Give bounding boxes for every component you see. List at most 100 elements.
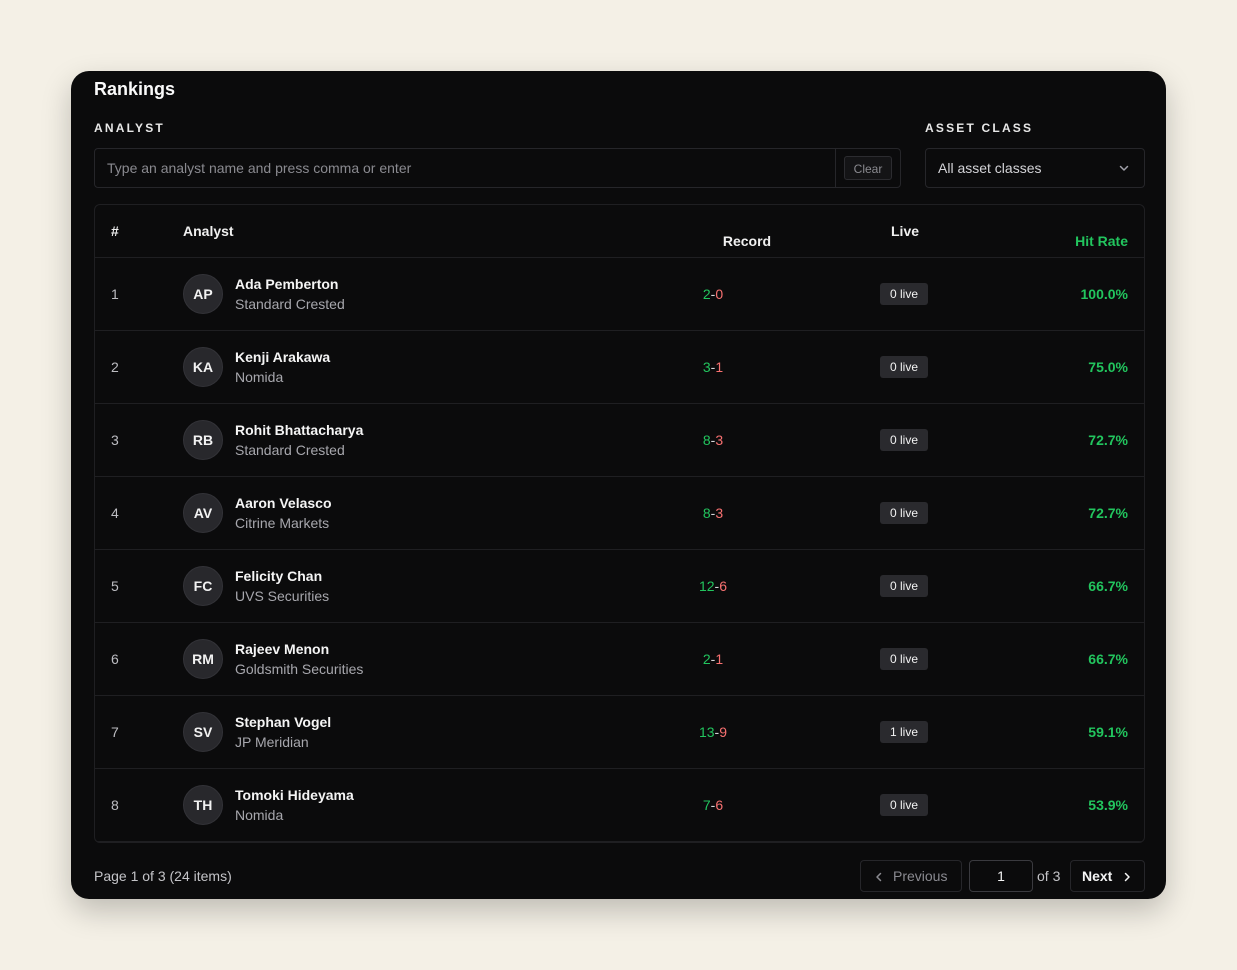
analyst-firm: Standard Crested	[235, 442, 345, 458]
chevron-right-icon	[1124, 872, 1130, 882]
rank-number: 6	[111, 651, 119, 667]
clear-button[interactable]: Clear	[844, 156, 892, 180]
next-label: Next	[1082, 868, 1113, 884]
live-badge: 0 live	[880, 575, 928, 597]
record-losses: 9	[719, 724, 728, 740]
search-divider	[835, 149, 836, 187]
avatar: AP	[183, 274, 223, 314]
avatar: TH	[183, 785, 223, 825]
avatar: RM	[183, 639, 223, 679]
hit-rate: 66.7%	[1088, 651, 1128, 667]
asset-class-select[interactable]: All asset classes	[925, 148, 1145, 188]
record: 8-3	[655, 505, 771, 521]
record-wins: 8	[702, 432, 711, 448]
analyst-name: Stephan Vogel	[235, 714, 332, 730]
live-badge: 1 live	[880, 721, 928, 743]
record: 12-6	[655, 578, 771, 594]
record-wins: 12	[698, 578, 715, 594]
analyst-firm: UVS Securities	[235, 588, 330, 604]
hit-rate: 100.0%	[1080, 286, 1128, 302]
rank-number: 3	[111, 432, 119, 448]
rank-number: 4	[111, 505, 119, 521]
hit-rate: 59.1%	[1088, 724, 1128, 740]
live-badge: 0 live	[880, 502, 928, 524]
hit-rate: 53.9%	[1088, 797, 1128, 813]
analyst-firm: JP Meridian	[235, 734, 309, 750]
table-row[interactable]: 6 RM Rajeev Menon Goldsmith Securities 2…	[95, 623, 1144, 696]
avatar: KA	[183, 347, 223, 387]
pagination-summary: Page 1 of 3 (24 items)	[94, 868, 232, 884]
rank-number: 2	[111, 359, 119, 375]
column-header-live: Live	[891, 223, 920, 239]
rankings-table: # Analyst Record Live Hit Rate 1 AP Ada …	[94, 204, 1145, 843]
analyst-firm: Citrine Markets	[235, 515, 330, 531]
table-row[interactable]: 3 RB Rohit Bhattacharya Standard Crested…	[95, 404, 1144, 477]
rank-number: 5	[111, 578, 119, 594]
column-header-analyst: Analyst	[183, 223, 234, 239]
page-number-input[interactable]	[969, 860, 1033, 892]
record-losses: 6	[715, 797, 724, 813]
analyst-search-input[interactable]	[95, 149, 835, 187]
record-wins: 8	[702, 505, 711, 521]
record-wins: 2	[702, 286, 711, 302]
record: 2-1	[655, 651, 771, 667]
analyst-name: Rohit Bhattacharya	[235, 422, 364, 438]
previous-label: Previous	[893, 868, 948, 884]
record-wins: 2	[702, 651, 711, 667]
rankings-panel: Rankings ANALYST ASSET CLASS Clear All a…	[71, 71, 1166, 899]
record-losses: 3	[715, 432, 724, 448]
hit-rate: 72.7%	[1088, 505, 1128, 521]
analyst-name: Aaron Velasco	[235, 495, 332, 511]
record: 8-3	[655, 432, 771, 448]
analyst-firm: Nomida	[235, 369, 284, 385]
previous-page-button[interactable]: Previous	[860, 860, 962, 892]
table-row[interactable]: 8 TH Tomoki Hideyama Nomida 7-6 0 live 5…	[95, 769, 1144, 842]
analyst-name: Rajeev Menon	[235, 641, 330, 657]
live-badge: 0 live	[880, 794, 928, 816]
record: 3-1	[655, 359, 771, 375]
analyst-firm: Nomida	[235, 807, 284, 823]
record: 2-0	[655, 286, 771, 302]
record: 7-6	[655, 797, 771, 813]
record-losses: 6	[719, 578, 728, 594]
analyst-filter-label: ANALYST	[94, 121, 165, 135]
analyst-firm: Goldsmith Securities	[235, 661, 364, 677]
analyst-name: Tomoki Hideyama	[235, 787, 354, 803]
hit-rate: 75.0%	[1088, 359, 1128, 375]
table-row[interactable]: 4 AV Aaron Velasco Citrine Markets 8-3 0…	[95, 477, 1144, 550]
analyst-name: Kenji Arakawa	[235, 349, 331, 365]
column-header-record: Record	[722, 233, 772, 249]
live-badge: 0 live	[880, 356, 928, 378]
record-wins: 13	[698, 724, 715, 740]
table-header: # Analyst Record Live Hit Rate	[95, 205, 1144, 258]
avatar: AV	[183, 493, 223, 533]
next-page-button[interactable]: Next	[1070, 860, 1145, 892]
column-header-rank: #	[111, 223, 119, 239]
table-row[interactable]: 7 SV Stephan Vogel JP Meridian 13-9 1 li…	[95, 696, 1144, 769]
rank-number: 1	[111, 286, 119, 302]
record: 13-9	[655, 724, 771, 740]
asset-class-label: ASSET CLASS	[925, 121, 1034, 135]
page-total: of 3	[1037, 868, 1061, 884]
live-badge: 0 live	[880, 283, 928, 305]
record-losses: 1	[715, 651, 724, 667]
analyst-name: Ada Pemberton	[235, 276, 339, 292]
table-row[interactable]: 1 AP Ada Pemberton Standard Crested 2-0 …	[95, 258, 1144, 331]
record-losses: 3	[715, 505, 724, 521]
record-losses: 0	[715, 286, 724, 302]
rank-number: 8	[111, 797, 119, 813]
avatar: FC	[183, 566, 223, 606]
record-losses: 1	[715, 359, 724, 375]
record-wins: 3	[702, 359, 711, 375]
panel-title: Rankings	[94, 79, 176, 99]
avatar: RB	[183, 420, 223, 460]
chevron-down-icon	[1119, 165, 1129, 171]
table-row[interactable]: 5 FC Felicity Chan UVS Securities 12-6 0…	[95, 550, 1144, 623]
analyst-firm: Standard Crested	[235, 296, 345, 312]
record-wins: 7	[702, 797, 711, 813]
hit-rate: 66.7%	[1088, 578, 1128, 594]
table-row[interactable]: 2 KA Kenji Arakawa Nomida 3-1 0 live 75.…	[95, 331, 1144, 404]
live-badge: 0 live	[880, 648, 928, 670]
analyst-name: Felicity Chan	[235, 568, 323, 584]
analyst-filter-box: Clear	[94, 148, 901, 188]
